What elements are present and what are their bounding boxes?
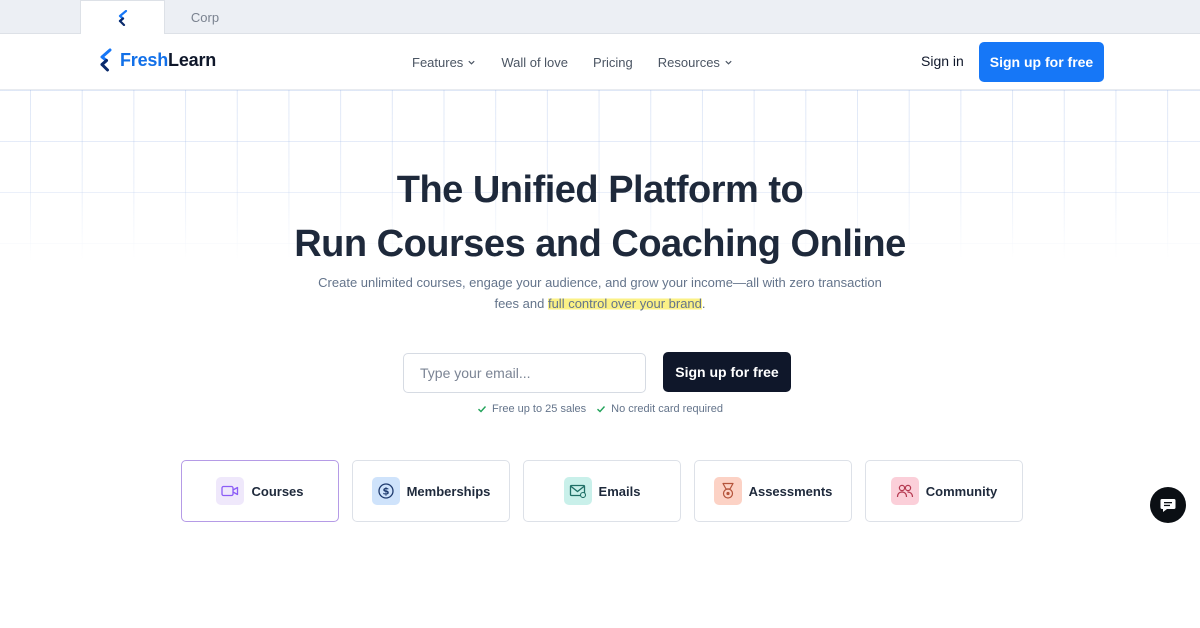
main-nav: Features Wall of love Pricing Resources [412,34,733,90]
perk-item: No credit card required [596,403,723,415]
feature-tab-label: Emails [598,483,641,499]
hero-title-line-1: The Unified Platform to [396,169,804,211]
freshlearn-logo-icon [118,9,127,26]
chevron-down-icon [725,60,732,65]
feature-tab-memberships[interactable]: $ Memberships [352,460,510,522]
feature-tab-assessments[interactable]: Assessments [694,460,852,522]
feature-tab-community[interactable]: Community [865,460,1023,522]
feature-tab-label: Community [925,483,998,499]
chat-widget-button[interactable] [1150,487,1186,523]
perk-label: No credit card required [611,403,724,415]
feature-tab-courses[interactable]: Courses [181,460,339,522]
hero-title: The Unified Platform to Run Courses and … [0,163,1200,271]
nav-item-label: Wall of love [501,54,569,70]
sign-up-hero-button[interactable]: Sign up for free [663,352,791,392]
tab-corp-label: Corp [190,9,220,25]
check-icon [597,406,606,413]
nav-item-features[interactable]: Features [412,55,476,70]
hero-subtitle-highlight: full control over your brand [547,296,702,311]
perk-label: Free up to 25 sales [491,403,587,415]
dollar-coin-icon: $ [371,477,400,505]
feature-tab-label: Assessments [748,483,833,499]
logo-text: FreshLearn [120,50,216,71]
feature-tab-label: Memberships [406,483,491,499]
nav-item-wall-of-love[interactable]: Wall of love [501,55,568,70]
award-medal-icon [713,477,742,505]
nav-item-resources[interactable]: Resources [658,55,733,70]
freshlearn-logo[interactable]: FreshLearn [98,48,216,72]
chevron-down-icon [468,60,475,65]
feature-tab-label: Courses [251,483,304,499]
svg-text:$: $ [382,487,389,498]
email-icon [563,477,592,505]
sign-in-link[interactable]: Sign in [921,53,964,69]
perks-row: Free up to 25 sales No credit card requi… [0,403,1200,415]
perk-item: Free up to 25 sales [477,403,586,415]
browser-tab-strip: Corp [0,0,1200,34]
site-header: FreshLearn Features Wall of love Pricing… [0,34,1200,90]
tab-corp[interactable]: Corp [165,0,245,34]
nav-item-label: Features [412,54,464,70]
hero-subtitle-pre: fees and [494,296,548,311]
hero-subtitle: Create unlimited courses, engage your au… [300,272,900,314]
hero-title-line-2: Run Courses and Coaching Online [294,223,906,265]
video-camera-icon [216,477,245,505]
tab-freshlearn[interactable] [80,0,165,34]
people-icon [890,477,919,505]
hero-subtitle-post: . [701,296,706,311]
hero-subtitle-line-1: Create unlimited courses, engage your au… [318,275,882,290]
email-input[interactable] [403,353,646,393]
nav-item-pricing[interactable]: Pricing [593,55,633,70]
feature-tab-emails[interactable]: Emails [523,460,681,522]
freshlearn-logo-icon [100,48,112,72]
feature-tabs: Courses $ Memberships Emails Assessments… [181,460,1023,522]
check-icon [477,406,486,413]
logo-text-fresh: Fresh [120,49,169,70]
nav-item-label: Pricing [593,54,633,70]
chat-icon [1160,499,1176,512]
nav-item-label: Resources [657,54,720,70]
logo-text-learn: Learn [168,49,217,70]
sign-up-header-button[interactable]: Sign up for free [979,42,1104,82]
